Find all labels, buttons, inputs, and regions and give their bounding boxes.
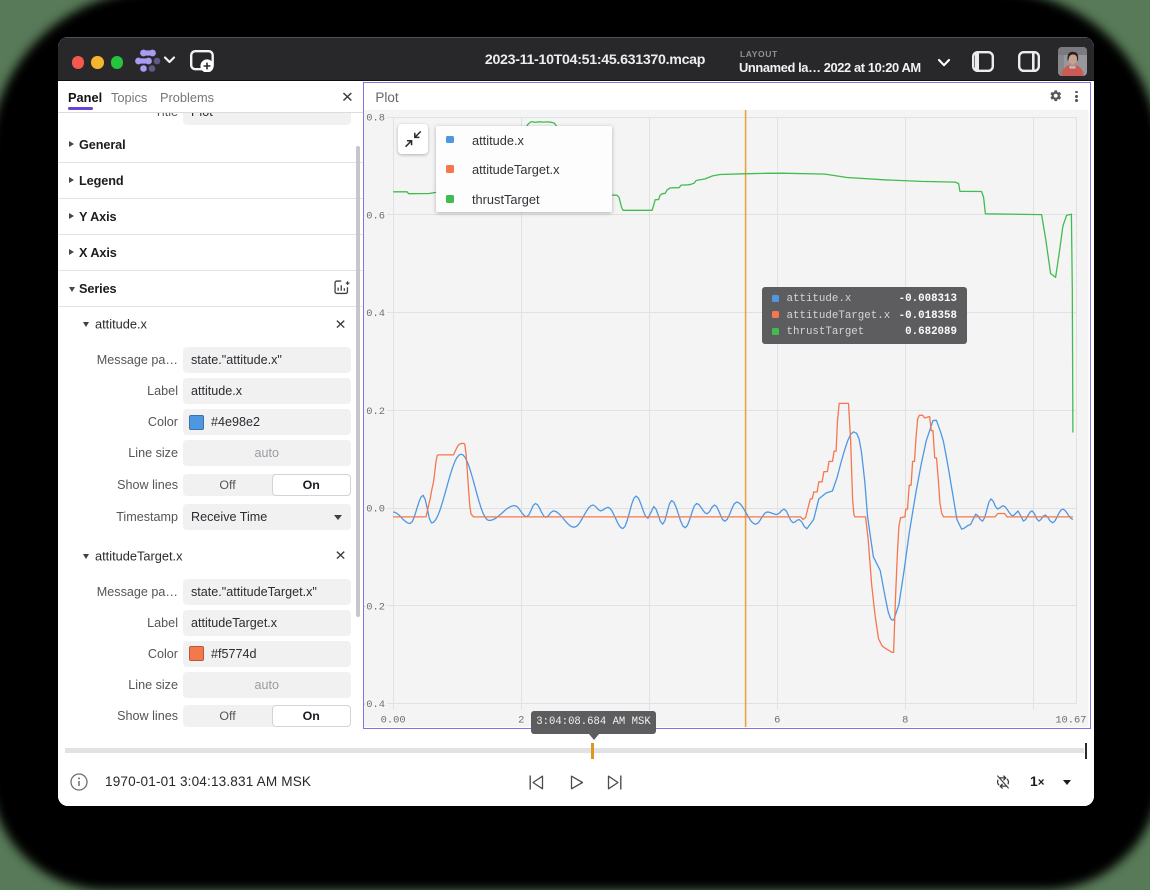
- svg-text:8: 8: [903, 714, 909, 726]
- svg-text:0.0: 0.0: [367, 503, 386, 515]
- svg-text:2: 2: [518, 714, 524, 726]
- svg-text:6: 6: [775, 714, 781, 726]
- svg-text:0.8: 0.8: [367, 112, 386, 124]
- svg-text:-0.2: -0.2: [364, 601, 385, 613]
- svg-text:-0.4: -0.4: [364, 699, 385, 711]
- svg-text:0.00: 0.00: [381, 714, 406, 726]
- svg-text:0.6: 0.6: [367, 210, 386, 222]
- svg-text:0.4: 0.4: [367, 308, 386, 320]
- svg-text:10.67: 10.67: [1056, 714, 1087, 726]
- svg-text:0.2: 0.2: [367, 406, 386, 418]
